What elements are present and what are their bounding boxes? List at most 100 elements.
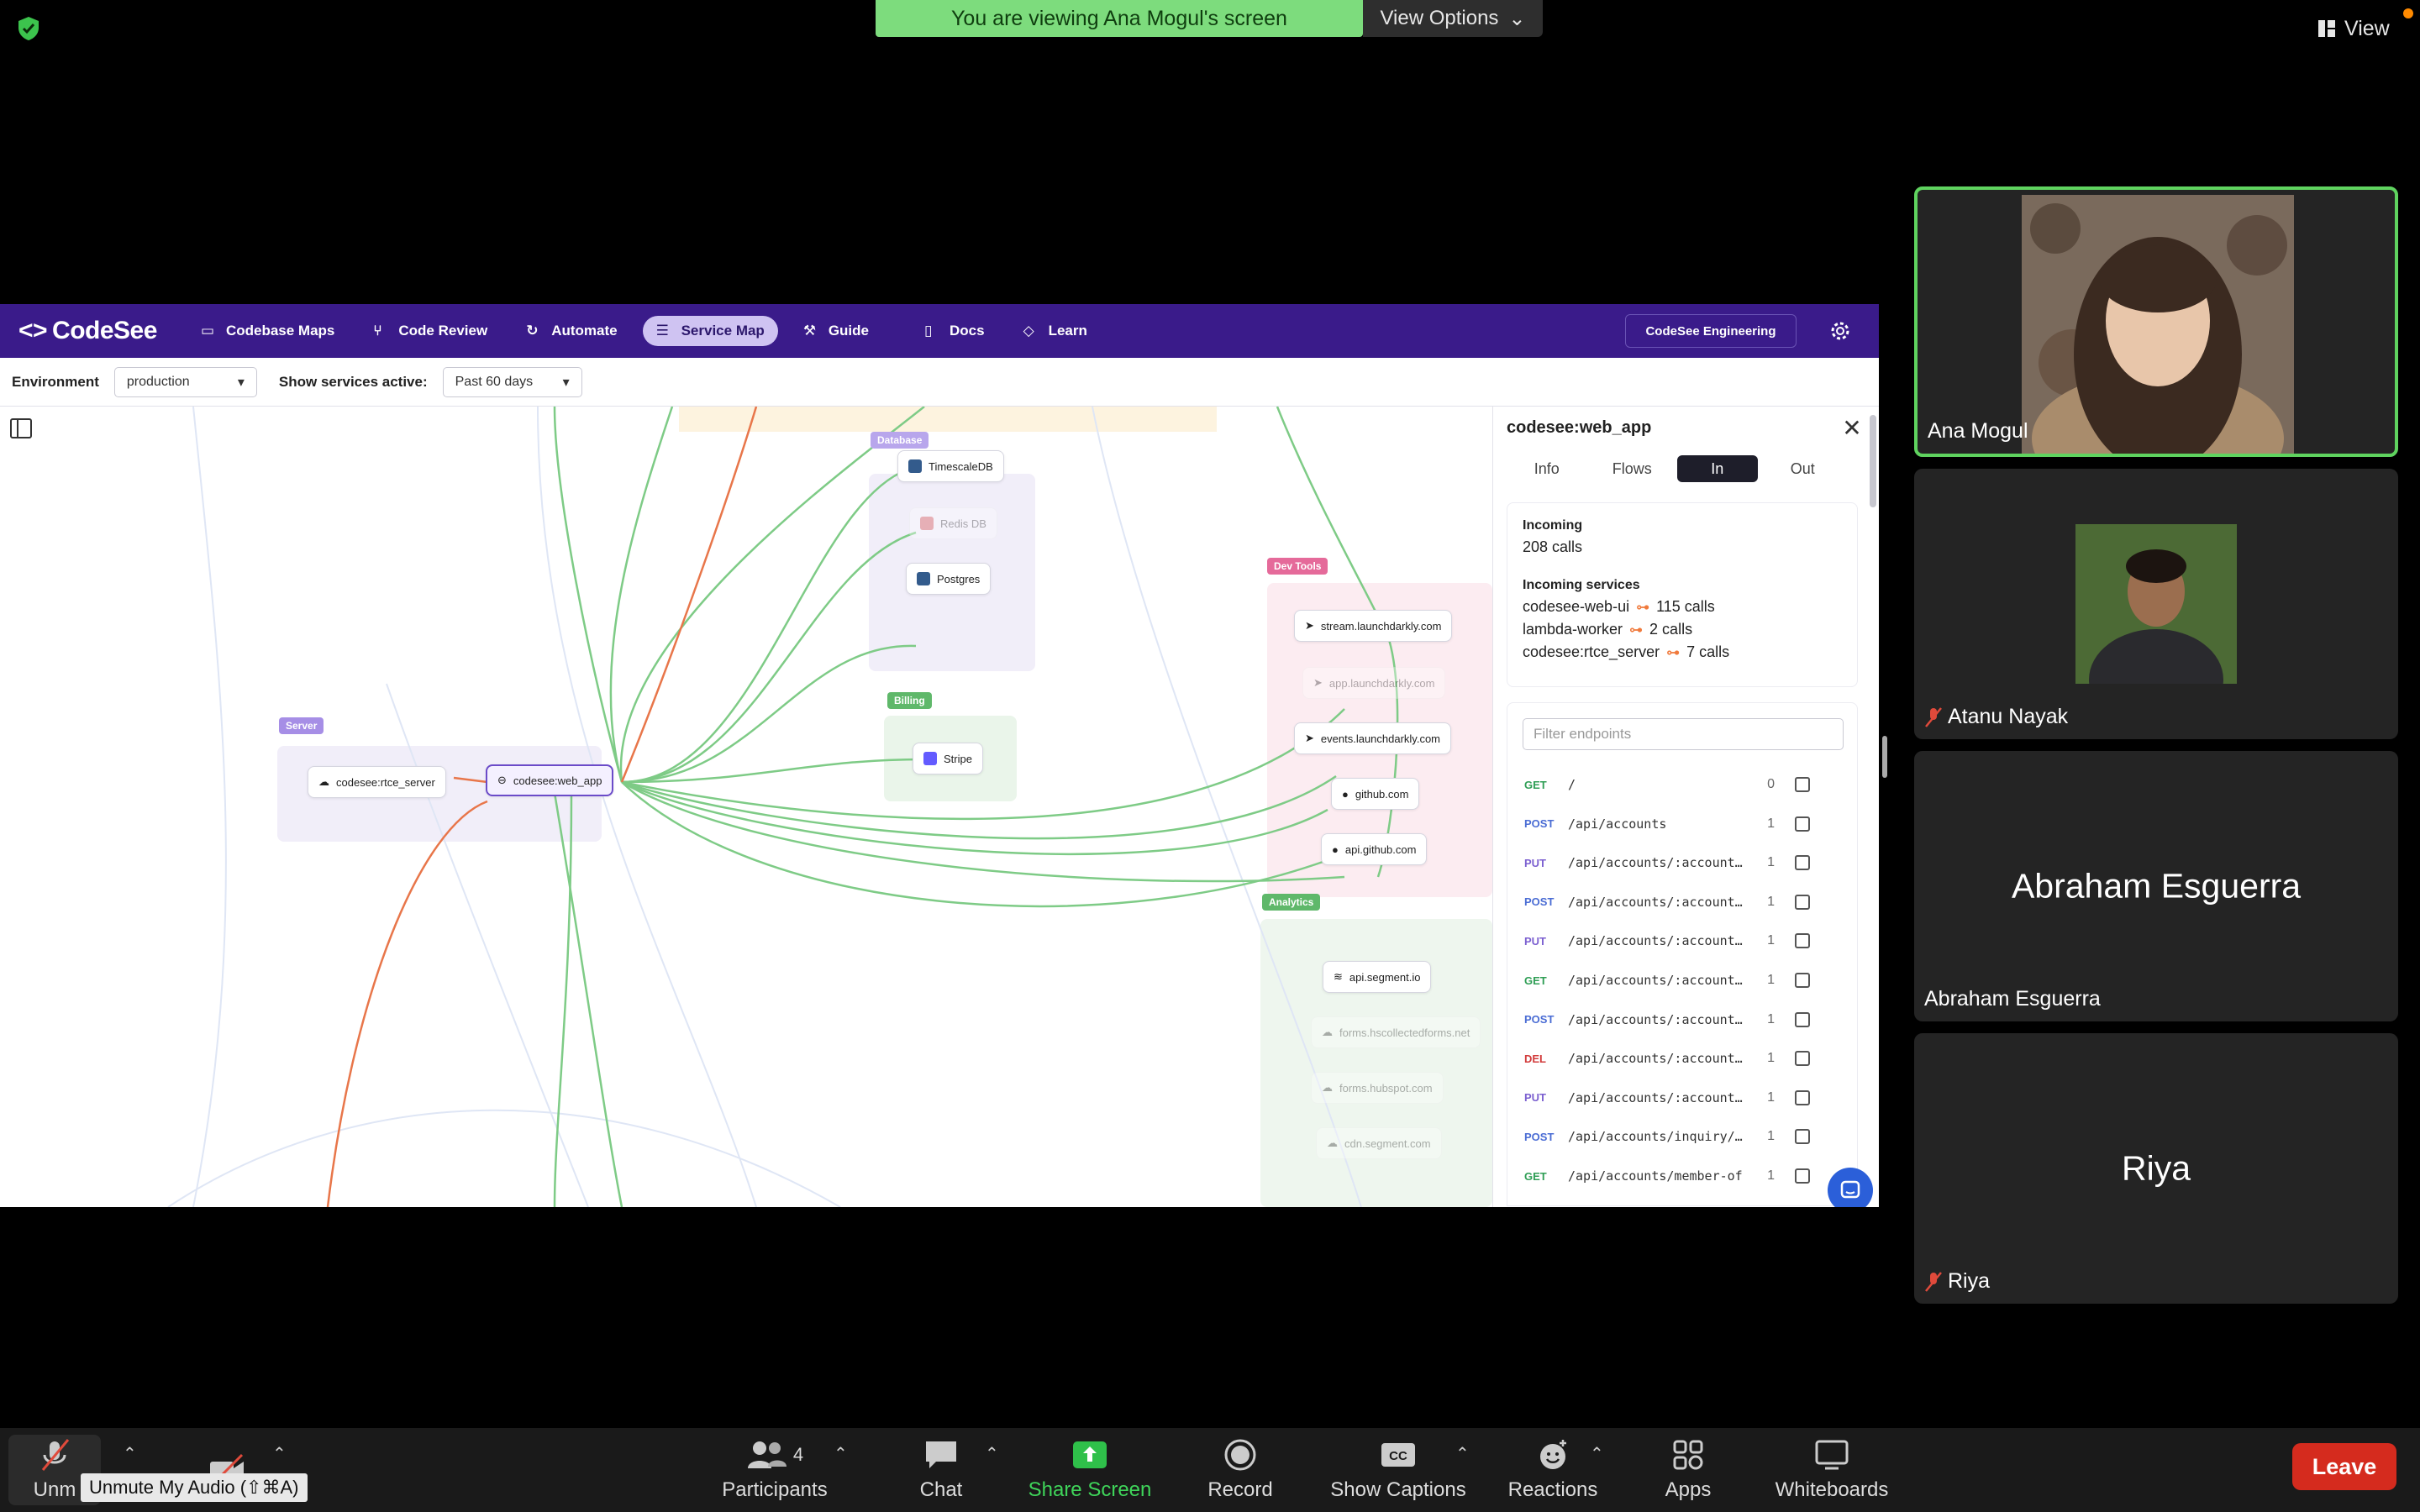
codesee-navbar: <> CodeSee ▭ Codebase Maps ⑂ Code Review ↻ A…: [0, 304, 1879, 358]
node-timescaledb[interactable]: TimescaleDB: [897, 450, 1004, 482]
copy-icon[interactable]: [1795, 1011, 1810, 1027]
view-button[interactable]: View: [2317, 13, 2390, 44]
incoming-service-row[interactable]: codesee:rtce_server ⊶ 7 calls: [1523, 643, 1842, 661]
org-selector[interactable]: CodeSee Engineering: [1625, 314, 1797, 348]
incoming-calls: 208 calls: [1523, 538, 1583, 555]
code-brackets-icon: <>: [18, 317, 48, 344]
node-stripe[interactable]: Stripe: [913, 743, 983, 774]
copy-icon[interactable]: [1795, 973, 1810, 988]
endpoint-path: /api/accounts/:account…: [1568, 855, 1743, 871]
nav-service-map[interactable]: ☰ Service Map: [642, 316, 778, 346]
endpoint-row[interactable]: PUT/api/accounts/:account… 1: [1507, 1079, 1859, 1117]
node-segment[interactable]: ≋ api.segment.io: [1323, 961, 1432, 993]
close-icon[interactable]: ✕: [1839, 417, 1865, 442]
active-range-select[interactable]: Past 60 days ▾: [442, 366, 582, 397]
node-rtce-server[interactable]: ☁ codesee:rtce_server: [308, 766, 446, 798]
endpoint-row[interactable]: PUT/api/accounts/:account… 1: [1507, 921, 1859, 960]
node-app-launchdarkly[interactable]: ➤ app.launchdarkly.com: [1302, 667, 1446, 699]
copy-icon[interactable]: [1795, 894, 1810, 910]
record-button[interactable]: Record: [1190, 1428, 1291, 1512]
copy-icon[interactable]: [1795, 855, 1810, 871]
copy-icon[interactable]: [1795, 1051, 1810, 1067]
node-redis[interactable]: Redis DB: [909, 507, 997, 539]
tab-out[interactable]: Out: [1763, 455, 1844, 482]
http-method: POST: [1524, 817, 1555, 831]
postgres-icon: [908, 459, 922, 473]
node-events-launchdarkly[interactable]: ➤ events.launchdarkly.com: [1294, 722, 1452, 754]
node-github[interactable]: ● github.com: [1331, 778, 1420, 810]
nav-learn[interactable]: ◇ Learn: [1010, 316, 1101, 346]
video-options-caret[interactable]: ⌃: [272, 1443, 287, 1464]
endpoint-row[interactable]: GET/api/accounts/:account… 1: [1507, 961, 1859, 1000]
nav-guide[interactable]: ⚒ Guide: [790, 316, 882, 346]
environment-select[interactable]: production ▾: [113, 366, 257, 397]
git-branch-icon: ⑂: [373, 323, 382, 339]
security-shield-icon[interactable]: [15, 15, 42, 42]
reactions-button[interactable]: Reactions: [1504, 1428, 1602, 1512]
copy-icon[interactable]: [1795, 1089, 1810, 1105]
endpoint-row[interactable]: POST/api/accounts/:account… 1: [1507, 1000, 1859, 1039]
view-options-button[interactable]: View Options ⌄: [1363, 0, 1543, 37]
node-cdn-segment[interactable]: ☁ cdn.segment.com: [1316, 1127, 1442, 1159]
tab-in[interactable]: In: [1677, 455, 1758, 482]
node-forms-hscollected[interactable]: ☁ forms.hscollectedforms.net: [1311, 1016, 1481, 1048]
node-postgres[interactable]: Postgres: [906, 563, 992, 595]
tab-flows[interactable]: Flows: [1592, 455, 1673, 482]
participants-button[interactable]: 4 Participants: [706, 1428, 844, 1512]
node-forms-hubspot[interactable]: ☁ forms.hubspot.com: [1311, 1072, 1444, 1104]
endpoint-call-count: 1: [1767, 1129, 1775, 1144]
participant-tile[interactable]: Atanu Nayak: [1914, 469, 2398, 739]
copy-icon[interactable]: [1795, 1129, 1810, 1145]
share-screen-button[interactable]: Share Screen: [1018, 1428, 1161, 1512]
support-chat-button[interactable]: [1828, 1168, 1873, 1207]
panel-scrollbar[interactable]: [1870, 415, 1876, 507]
participant-tile[interactable]: Riya Riya: [1914, 1033, 2398, 1304]
endpoint-row[interactable]: POST/api/accounts/:account… 1: [1507, 883, 1859, 921]
chat-button[interactable]: Chat: [908, 1428, 975, 1512]
captions-caret[interactable]: ⌃: [1455, 1443, 1470, 1464]
copy-icon[interactable]: [1795, 933, 1810, 949]
leave-button[interactable]: Leave: [2292, 1443, 2396, 1490]
node-web-app[interactable]: ⊖ codesee:web_app: [486, 764, 614, 796]
sidebar-toggle-icon[interactable]: [10, 418, 32, 438]
endpoint-row[interactable]: GET/api/accounts/member-of 1: [1507, 1157, 1859, 1195]
copy-icon[interactable]: [1795, 816, 1810, 832]
apps-button[interactable]: Apps: [1650, 1428, 1726, 1512]
incoming-service-row[interactable]: codesee-web-ui ⊶ 115 calls: [1523, 598, 1842, 616]
participant-tile[interactable]: Ana Mogul: [1914, 186, 2398, 457]
participant-tile[interactable]: Abraham Esguerra Abraham Esguerra: [1914, 751, 2398, 1021]
node-stream-launchdarkly[interactable]: ➤ stream.launchdarkly.com: [1294, 610, 1453, 642]
group-tag-billing: Billing: [887, 692, 932, 709]
endpoint-filter-input[interactable]: Filter endpoints: [1523, 718, 1844, 750]
nav-automate[interactable]: ↻ Automate: [513, 316, 630, 346]
gear-icon[interactable]: [1828, 319, 1852, 343]
endpoint-call-count: 1: [1767, 855, 1775, 870]
reactions-caret[interactable]: ⌃: [1590, 1443, 1604, 1464]
nav-codebase-maps[interactable]: ▭ Codebase Maps: [187, 316, 348, 346]
copy-icon[interactable]: [1795, 1168, 1810, 1184]
panel-resize-handle[interactable]: [1882, 736, 1887, 778]
endpoint-row[interactable]: POST/api/accounts 1: [1507, 805, 1859, 843]
chat-caret[interactable]: ⌃: [985, 1443, 999, 1464]
participants-caret[interactable]: ⌃: [834, 1443, 848, 1464]
group-tag-devtools: Dev Tools: [1267, 558, 1328, 575]
nav-code-review[interactable]: ⑂ Code Review: [360, 316, 501, 346]
endpoint-row[interactable]: POST/api/accounts/inquiry/… 1: [1507, 1117, 1859, 1156]
endpoint-row[interactable]: PUT/api/accounts/:account… 1: [1507, 843, 1859, 882]
tab-info[interactable]: Info: [1507, 455, 1587, 482]
whiteboards-button[interactable]: Whiteboards: [1765, 1428, 1899, 1512]
codesee-logo[interactable]: <> CodeSee: [18, 317, 157, 345]
service-map-canvas[interactable]: Database Dev Tools Server Billing Analyt…: [0, 407, 1492, 1207]
endpoint-row[interactable]: GET / 0: [1507, 765, 1859, 804]
copy-icon[interactable]: [1795, 777, 1810, 792]
cloud-icon: ☁: [318, 775, 329, 788]
incoming-service-row[interactable]: lambda-worker ⊶ 2 calls: [1523, 621, 1842, 638]
node-api-github[interactable]: ● api.github.com: [1321, 833, 1428, 865]
service-calls: 7 calls: [1686, 643, 1730, 660]
cloud-icon: ☁: [1322, 1081, 1333, 1094]
show-captions-button[interactable]: CC Show Captions: [1316, 1428, 1481, 1512]
endpoint-row[interactable]: DEL/api/accounts/:account… 1: [1507, 1039, 1859, 1078]
panel-title: codesee:web_app: [1507, 418, 1652, 437]
audio-options-caret[interactable]: ⌃: [123, 1443, 137, 1464]
nav-docs[interactable]: ▯ Docs: [911, 316, 998, 346]
